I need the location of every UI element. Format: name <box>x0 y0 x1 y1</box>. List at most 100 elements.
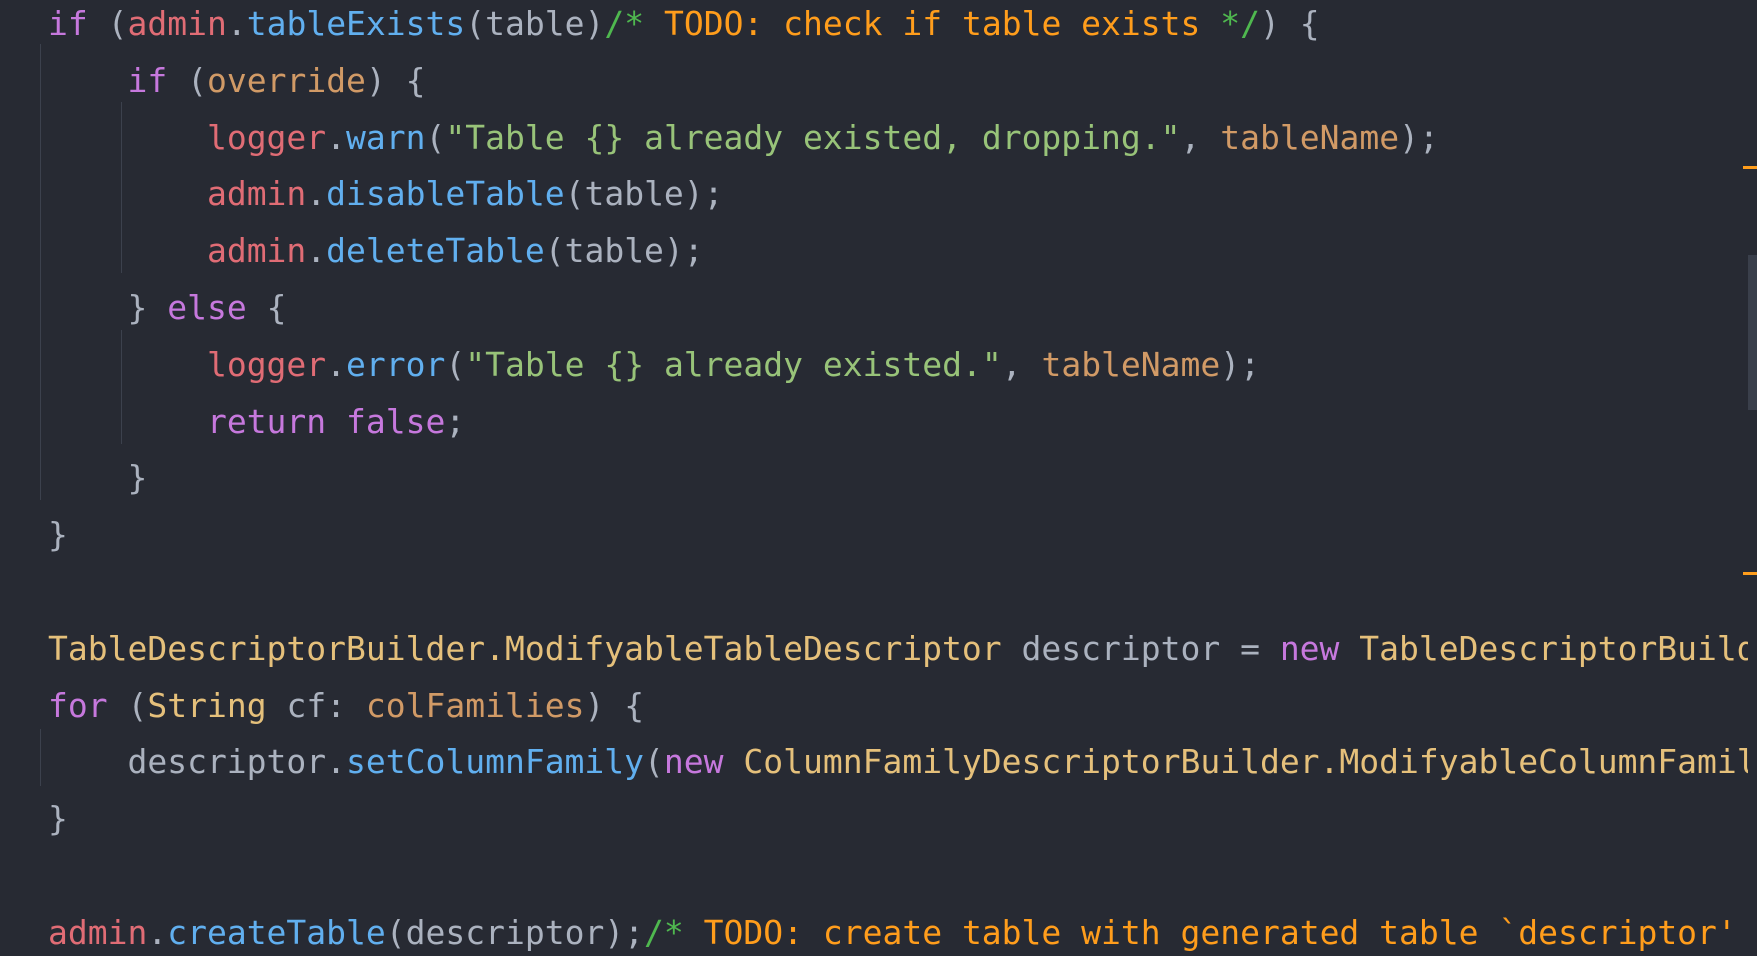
code-token: createTable <box>167 912 386 952</box>
code-token: } <box>48 458 148 498</box>
code-token: ) { <box>365 60 426 100</box>
code-token: ); <box>1220 344 1261 384</box>
indent-guide <box>40 44 41 500</box>
code-line[interactable]: descriptor.setColumnFamily(new ColumnFam… <box>48 733 1748 790</box>
code-token: logger <box>206 344 327 384</box>
code-token: String <box>147 685 267 725</box>
code-token: . <box>326 117 347 157</box>
code-token: override <box>206 60 366 100</box>
scrollbar-thumb[interactable] <box>1748 255 1757 410</box>
code-token: return <box>206 401 327 441</box>
code-token: . <box>226 4 247 43</box>
code-line[interactable]: logger.warn("Table {} already existed, d… <box>48 109 1439 166</box>
code-token: ) { <box>584 685 645 725</box>
code-token: (table); <box>564 174 724 214</box>
code-token: warn <box>346 117 426 157</box>
code-line[interactable]: return false; <box>48 393 465 450</box>
code-token: ( <box>107 685 148 725</box>
code-line[interactable]: TableDescriptorBuilder.ModifyableTableDe… <box>48 620 1748 677</box>
code-line[interactable]: } <box>48 790 68 847</box>
code-token: disableTable <box>326 174 565 214</box>
code-token: { <box>246 288 287 327</box>
code-line[interactable]: admin.disableTable(table); <box>48 165 724 222</box>
code-token: if <box>127 60 168 100</box>
code-token: colFamilies <box>365 685 585 725</box>
code-token: admin <box>206 174 307 214</box>
code-token: , <box>1180 117 1221 157</box>
code-line[interactable]: } else { <box>48 279 286 336</box>
code-line[interactable]: admin.deleteTable(table); <box>48 222 704 279</box>
code-token: ( <box>167 60 207 100</box>
code-token: "Table {} already existed." <box>465 344 1002 384</box>
code-token: TODO: create table with generated table … <box>683 912 1737 952</box>
code-token: new <box>663 742 724 782</box>
code-token: descriptor. <box>48 742 347 782</box>
code-token: "Table {} already existed, dropping." <box>445 117 1181 157</box>
code-line[interactable]: } <box>48 449 147 506</box>
code-token: TODO: check if table exists <box>644 4 1221 43</box>
code-line[interactable]: logger.error("Table {} already existed."… <box>48 336 1260 393</box>
todo-marker[interactable] <box>1743 166 1757 169</box>
code-token: . <box>147 912 168 952</box>
code-token: TableDescriptorBuilder.ModifyableTableDe… <box>48 628 1002 668</box>
code-token: ) { <box>1260 4 1320 43</box>
code-token: (descriptor); <box>385 912 645 952</box>
indent-guide <box>40 729 41 786</box>
code-token: } <box>48 799 68 839</box>
code-token: for <box>48 685 108 725</box>
code-line[interactable]: } <box>48 506 68 563</box>
code-token: if <box>48 4 88 43</box>
code-token: ( <box>87 4 128 43</box>
code-token: ( <box>644 742 664 782</box>
code-token: } <box>48 288 168 327</box>
code-token: admin <box>127 4 227 43</box>
code-token: descriptor = <box>1001 628 1280 668</box>
code-token: . <box>306 174 327 214</box>
code-token: cf: <box>266 685 366 725</box>
code-line[interactable]: for (String cf: colFamilies) { <box>48 677 644 734</box>
code-area[interactable]: if (admin.tableExists(table)/* TODO: che… <box>0 0 1748 956</box>
code-token: ; <box>445 401 466 441</box>
code-token: (table); <box>544 231 704 271</box>
code-token: */ <box>1220 4 1261 43</box>
code-token: admin <box>206 231 307 271</box>
code-line[interactable]: if (admin.tableExists(table)/* TODO: che… <box>48 0 1320 52</box>
code-token: ); <box>1399 117 1439 157</box>
code-token: error <box>346 344 446 384</box>
code-token: /* <box>604 4 645 43</box>
code-token: TableDescriptorBuild <box>1359 628 1748 668</box>
code-token: /* <box>644 912 684 952</box>
code-line[interactable]: admin.createTable(descriptor);/* TODO: c… <box>48 904 1737 956</box>
code-token: } <box>48 515 68 555</box>
code-token: false <box>346 401 446 441</box>
code-token: ColumnFamilyDescriptorBuilder.Modifyable… <box>743 742 1748 782</box>
code-token: tableExists <box>246 4 466 43</box>
code-token: ( <box>445 344 466 384</box>
code-token: admin <box>48 912 148 952</box>
todo-marker[interactable] <box>1743 572 1757 575</box>
code-token: . <box>306 231 327 271</box>
code-token: else <box>167 288 247 327</box>
code-token: ( <box>425 117 446 157</box>
code-token: logger <box>206 117 327 157</box>
code-line[interactable]: if (override) { <box>48 52 426 109</box>
code-token: tableName <box>1041 344 1221 384</box>
code-token: , <box>1001 344 1042 384</box>
code-token: new <box>1279 628 1340 668</box>
vertical-scrollbar[interactable] <box>1748 0 1757 956</box>
code-token: deleteTable <box>326 231 545 271</box>
code-token: setColumnFamily <box>346 742 645 782</box>
code-token: . <box>326 344 347 384</box>
code-token: tableName <box>1220 117 1400 157</box>
code-editor[interactable]: if (admin.tableExists(table)/* TODO: che… <box>0 0 1757 956</box>
code-token: (table) <box>465 4 605 43</box>
